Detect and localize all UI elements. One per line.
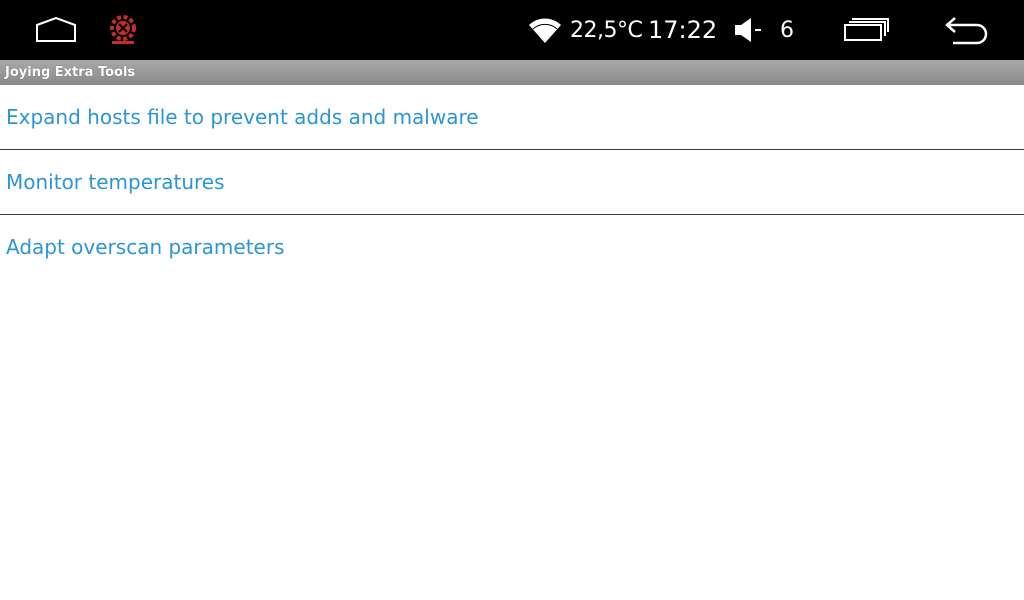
status-bar: 22,5°C 17:22 6 [0, 0, 1024, 60]
list-item-adapt-overscan[interactable]: Adapt overscan parameters [0, 215, 1024, 279]
list-item-monitor-temperatures[interactable]: Monitor temperatures [0, 150, 1024, 215]
temperature-readout: 22,5°C [570, 17, 643, 43]
wifi-icon [526, 0, 564, 60]
tools-list: Expand hosts file to prevent adds and ma… [0, 85, 1024, 279]
joying-logo-icon[interactable] [104, 0, 142, 60]
recent-apps-button[interactable] [838, 0, 894, 60]
volume-level: 6 [780, 17, 794, 43]
back-icon [945, 17, 988, 45]
clock: 17:22 [648, 16, 718, 44]
home-button[interactable] [28, 0, 84, 60]
home-icon [36, 16, 76, 42]
app-title-bar: Joying Extra Tools [0, 60, 1024, 85]
back-button[interactable] [936, 0, 996, 60]
volume-icon[interactable] [730, 0, 768, 60]
list-item-expand-hosts[interactable]: Expand hosts file to prevent adds and ma… [0, 85, 1024, 150]
recent-apps-icon [844, 18, 889, 41]
